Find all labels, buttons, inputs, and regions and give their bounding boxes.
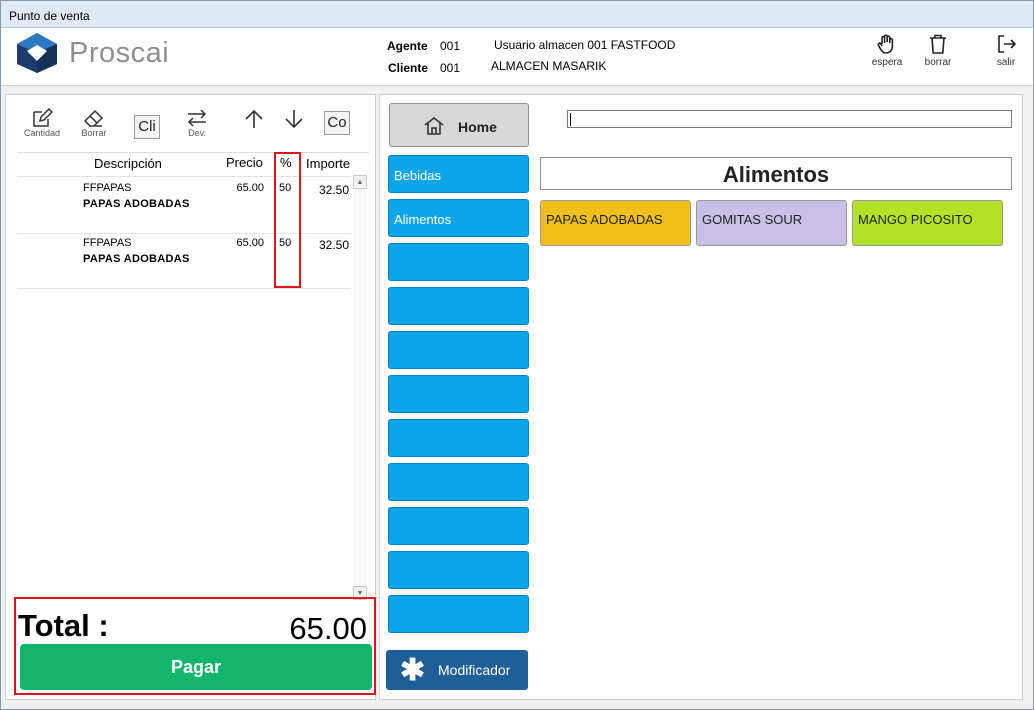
row-importe: 32.50 — [318, 238, 349, 252]
row-price: 65.00 — [236, 237, 264, 249]
category-empty[interactable] — [388, 331, 529, 369]
text-caret — [570, 113, 571, 126]
agente-label: Agente — [387, 39, 428, 53]
category-empty[interactable] — [388, 463, 529, 501]
asterisk-icon: ✱ — [400, 654, 426, 687]
proscai-logo-icon — [17, 33, 57, 73]
row-price: 65.00 — [236, 182, 264, 194]
arrow-down-icon[interactable] — [283, 108, 305, 130]
section-title: Alimentos — [540, 157, 1012, 190]
trash-icon — [930, 34, 946, 54]
product-label: MANGO PICOSITO — [858, 212, 973, 227]
borrar-item-button[interactable]: Borrar — [74, 108, 114, 138]
home-label: Home — [458, 119, 497, 135]
category-empty[interactable] — [388, 595, 529, 633]
row-description: PAPAS ADOBADAS — [83, 198, 190, 210]
logout-icon — [998, 35, 1017, 53]
home-button[interactable]: Home — [389, 103, 529, 147]
home-icon — [424, 116, 444, 135]
row-code: FFPAPAS — [83, 182, 132, 194]
header-bar: Proscai Agente 001 Usuario almacen 001 F… — [1, 28, 1033, 86]
swap-arrows-icon — [187, 109, 207, 127]
devolucion-label: Dev. — [188, 128, 206, 138]
category-empty[interactable] — [388, 243, 529, 281]
modificador-label: Modificador — [438, 662, 511, 678]
agente-name: Usuario almacen 001 FASTFOOD — [494, 38, 676, 52]
product-label: GOMITAS SOUR — [702, 212, 803, 227]
co-button[interactable]: Co — [324, 111, 350, 135]
ticket-grid: Descripción Precio % Importe FFPAPAS PAP… — [17, 152, 369, 600]
borrar-header-button[interactable]: borrar — [915, 28, 961, 78]
product-papas-adobadas[interactable]: PAPAS ADOBADAS — [540, 200, 691, 246]
hand-icon — [877, 34, 894, 54]
window-title: Punto de venta — [9, 9, 90, 23]
cliente-label: Cliente — [388, 61, 429, 75]
cli-button[interactable]: Cli — [134, 115, 160, 139]
borrar-header-label: borrar — [924, 57, 952, 68]
pagar-button[interactable]: Pagar — [20, 644, 372, 690]
search-input[interactable] — [567, 110, 1012, 128]
product-mango-picosito[interactable]: MANGO PICOSITO — [852, 200, 1003, 246]
col-importe: Importe — [306, 156, 351, 171]
category-label: Alimentos — [394, 212, 452, 227]
cantidad-label: Cantidad — [23, 128, 61, 138]
agente-code: 001 — [440, 39, 461, 53]
category-empty[interactable] — [388, 287, 529, 325]
col-precio: Precio — [226, 155, 263, 170]
edit-icon — [33, 108, 53, 127]
ticket-scrollbar[interactable]: ▲ ▼ — [353, 175, 367, 600]
modificador-button[interactable]: ✱ Modificador — [386, 650, 528, 690]
salir-button[interactable]: salir — [983, 28, 1029, 78]
percent-highlight-box — [274, 152, 301, 288]
category-bebidas[interactable]: Bebidas — [388, 155, 529, 193]
borrar-item-label: Borrar — [81, 128, 107, 138]
product-gomitas-sour[interactable]: GOMITAS SOUR — [696, 200, 847, 246]
cliente-name: ALMACEN MASARIK — [491, 59, 607, 73]
arrow-up-icon[interactable] — [243, 108, 265, 130]
salir-label: salir — [996, 57, 1016, 68]
devolucion-button[interactable]: Dev. — [177, 108, 217, 138]
total-label: Total : — [18, 608, 109, 643]
row-importe: 32.50 — [318, 183, 349, 197]
cantidad-button[interactable]: Cantidad — [22, 108, 62, 138]
product-label: PAPAS ADOBADAS — [546, 212, 663, 227]
espera-label: espera — [871, 57, 903, 68]
row-code: FFPAPAS — [83, 237, 132, 249]
category-empty[interactable] — [388, 419, 529, 457]
row-description: PAPAS ADOBADAS — [83, 253, 190, 265]
category-label: Bebidas — [394, 168, 441, 183]
cliente-code: 001 — [440, 61, 461, 75]
espera-button[interactable]: espera — [864, 28, 910, 78]
category-empty[interactable] — [388, 375, 529, 413]
total-value: 65.00 — [289, 611, 367, 646]
category-empty[interactable] — [388, 551, 529, 589]
scroll-up-icon[interactable]: ▲ — [353, 175, 367, 189]
logo-text: Proscai — [69, 37, 170, 69]
category-alimentos[interactable]: Alimentos — [388, 199, 529, 237]
eraser-icon — [83, 109, 104, 127]
col-descripcion: Descripción — [94, 156, 162, 171]
category-empty[interactable] — [388, 507, 529, 545]
title-bar: Punto de venta — [1, 1, 1033, 28]
